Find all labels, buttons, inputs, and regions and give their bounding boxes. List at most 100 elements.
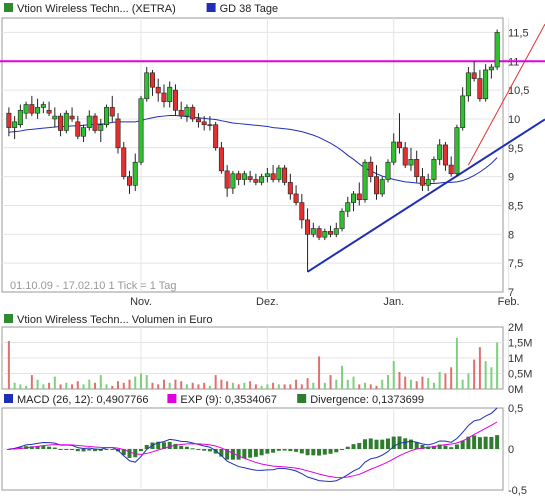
y-tick-label: 2M — [508, 322, 523, 334]
volume-bar — [364, 382, 367, 389]
volume-bar — [392, 361, 395, 389]
divergence-bar — [495, 435, 500, 449]
y-tick-label: 8 — [508, 229, 514, 241]
candle-body — [195, 118, 201, 123]
legend-label: Divergence: 0,1373699 — [310, 394, 424, 406]
volume-bar — [398, 371, 401, 389]
divergence-bar — [236, 449, 241, 460]
candle-body — [488, 66, 494, 71]
candle-body — [425, 179, 431, 186]
volume-bar — [94, 382, 97, 389]
candle-body — [333, 228, 339, 235]
candle-body — [213, 124, 219, 149]
y-tick-label: 0M — [508, 384, 523, 396]
volume-bar — [122, 382, 125, 389]
candle-body — [115, 118, 121, 149]
volume-bar — [145, 375, 148, 389]
volume-bar — [197, 384, 200, 389]
divergence-bar — [334, 449, 339, 453]
volume-bar — [473, 359, 476, 389]
volume-bar — [283, 384, 286, 389]
divergence-bar — [311, 449, 316, 456]
candle-body — [310, 228, 316, 235]
y-tick-label: 1,5M — [508, 338, 532, 350]
divergence-bar — [47, 446, 52, 449]
candle-body — [442, 144, 448, 166]
candle-body — [477, 78, 483, 100]
divergence-bar — [202, 449, 207, 451]
candle-body — [109, 107, 115, 117]
volume-bar — [254, 384, 257, 389]
candle-body — [253, 179, 259, 183]
macd-panel: MACD (26, 12): 0,4907766 EXP (9): 0,35340… — [1, 394, 527, 497]
candle-body — [63, 112, 69, 131]
divergence-bar — [75, 449, 80, 452]
divergence-bar — [328, 449, 333, 454]
legend-swatch — [4, 3, 13, 12]
candle-body — [368, 161, 374, 177]
candle-body — [299, 202, 305, 221]
volume-bar — [42, 384, 45, 389]
candle-body — [379, 179, 385, 195]
divergence-bar — [489, 436, 494, 449]
divergence-bar — [282, 449, 287, 451]
candle-body — [155, 86, 161, 94]
volume-bar — [352, 376, 355, 389]
volume-bar — [375, 385, 378, 389]
candle-body — [86, 115, 92, 128]
volume-bar — [421, 376, 424, 389]
candle-body — [144, 72, 150, 100]
candle-body — [6, 112, 12, 128]
volume-bar — [478, 347, 481, 389]
candle-body — [241, 173, 247, 180]
candle-body — [167, 86, 173, 102]
macd-legend: MACD (26, 12): 0,4907766 EXP (9): 0,35340… — [4, 394, 424, 406]
volume-bar — [289, 384, 292, 389]
y-tick-label: 10 — [508, 114, 520, 126]
price-x-ticks: Nov. Dez. Jan. Feb. — [130, 296, 520, 308]
divergence-bar — [81, 449, 86, 452]
candle-body — [305, 219, 311, 235]
volume-bar — [59, 384, 62, 389]
legend-swatch — [4, 394, 13, 403]
volume-bar — [318, 356, 321, 389]
volume-bar — [358, 384, 361, 389]
x-tick-label: Feb. — [498, 296, 520, 308]
volume-bar — [53, 376, 56, 389]
y-tick-label: 9 — [508, 172, 514, 184]
volume-bar — [243, 382, 246, 389]
candle-body — [230, 173, 236, 189]
divergence-bar — [271, 449, 276, 453]
y-tick-label: 7,5 — [508, 258, 523, 270]
candle-body — [259, 176, 265, 183]
volume-bar — [467, 373, 470, 389]
legend-label: MACD (26, 12): 0,4907766 — [17, 394, 148, 406]
candle-body — [40, 104, 46, 108]
volume-bar — [260, 385, 263, 389]
candle-body — [471, 72, 477, 79]
candle-body — [172, 89, 178, 111]
divergence-bar — [363, 439, 368, 449]
divergence-bar — [477, 437, 482, 449]
divergence-bar — [41, 445, 46, 449]
volume-bar — [168, 382, 171, 389]
candle-body — [207, 124, 213, 127]
volume-bar — [82, 384, 85, 389]
volume-bar — [111, 385, 114, 389]
divergence-bar — [110, 448, 115, 450]
divergence-bar — [259, 449, 264, 456]
candle-body — [138, 98, 144, 163]
volume-bar — [277, 384, 280, 389]
candle-body — [270, 173, 276, 180]
candle-body — [35, 107, 41, 114]
volume-bar — [76, 381, 79, 389]
divergence-bar — [127, 449, 132, 458]
volume-bar — [134, 376, 137, 389]
volume-bar — [220, 379, 223, 389]
candle-body — [98, 124, 104, 131]
divergence-bar — [443, 445, 448, 449]
legend-label: EXP (9): 0,3534067 — [180, 394, 276, 406]
volume-bar — [346, 379, 349, 389]
candle-body — [431, 159, 437, 180]
volume-bar — [496, 342, 499, 389]
